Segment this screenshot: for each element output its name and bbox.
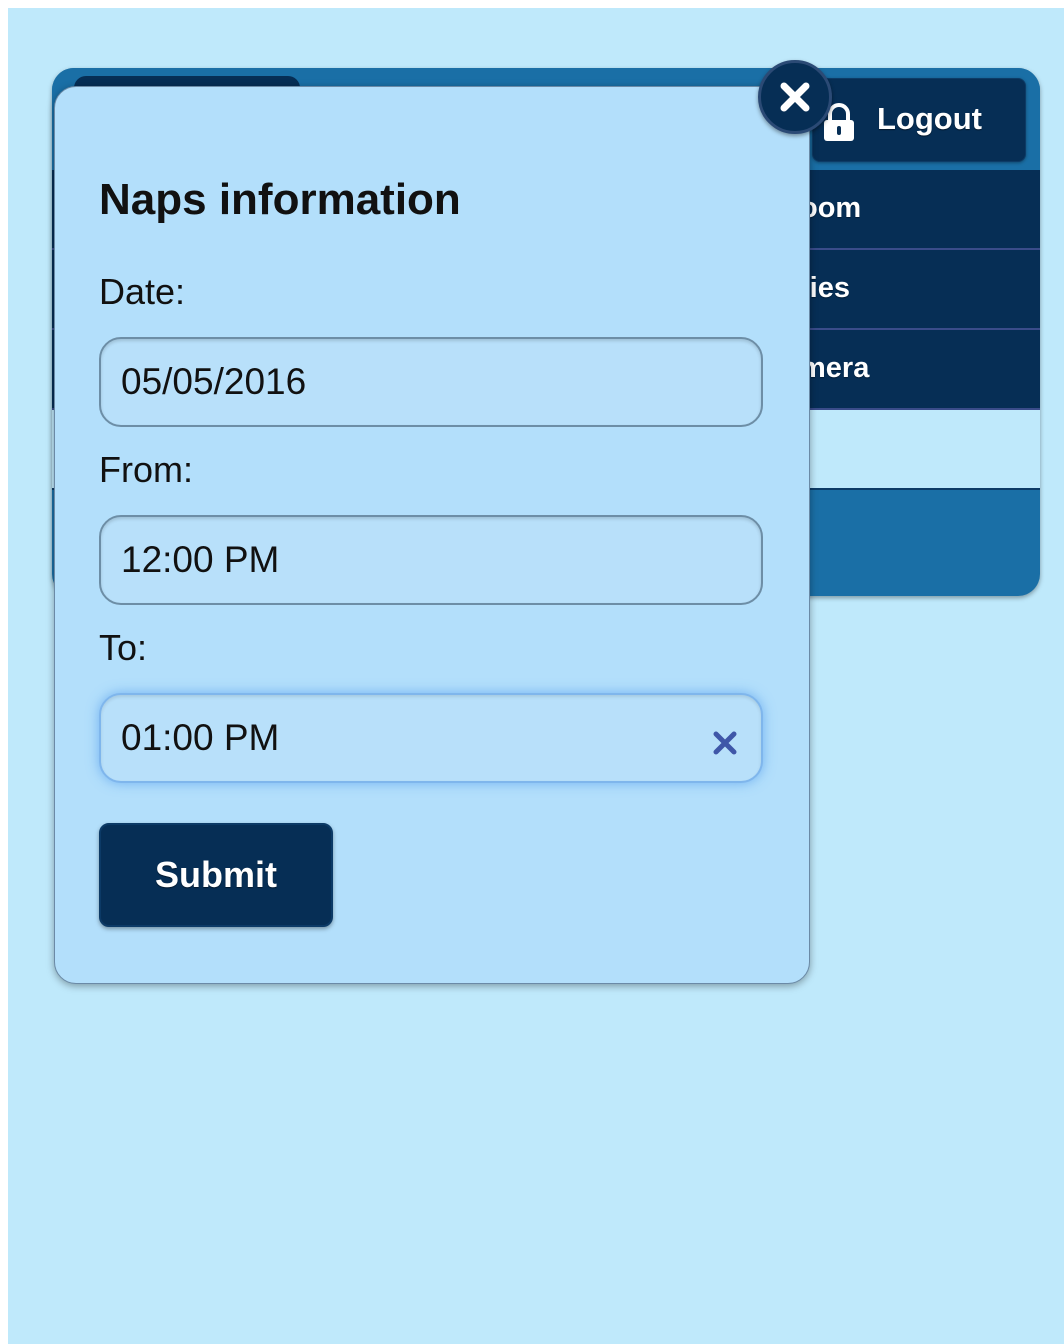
menu-item-label: mera xyxy=(800,352,870,384)
close-dialog-button[interactable] xyxy=(758,60,832,134)
date-label: Date: xyxy=(99,271,186,312)
close-icon xyxy=(780,82,810,112)
dialog-title: Naps information xyxy=(99,175,461,224)
clear-icon[interactable] xyxy=(705,723,745,763)
logout-label: Logout xyxy=(877,101,983,136)
to-time-input[interactable] xyxy=(99,693,763,783)
date-input[interactable] xyxy=(99,337,763,427)
page-background: Logout oom ties mera Naps information Da… xyxy=(8,8,1064,1344)
naps-dialog: Naps information Date: From: To: Submit xyxy=(54,86,810,984)
to-label: To: xyxy=(99,627,148,668)
submit-button[interactable]: Submit xyxy=(99,823,333,927)
from-time-input[interactable] xyxy=(99,515,763,605)
logout-button[interactable]: Logout xyxy=(812,78,1026,162)
from-label: From: xyxy=(99,449,193,490)
